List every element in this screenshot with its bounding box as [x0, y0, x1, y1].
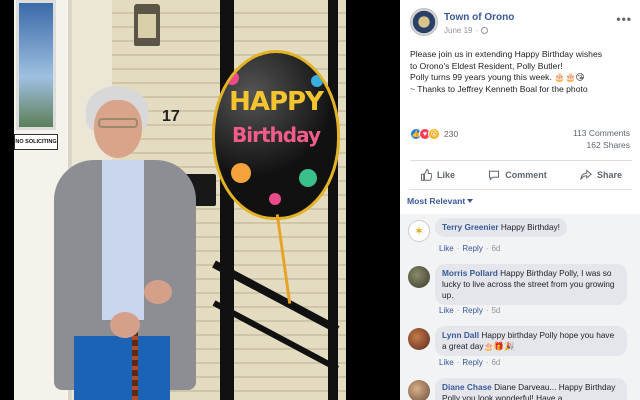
post-text-line: to Orono's Eldest Resident, Polly Butler…	[410, 60, 563, 71]
comment-sort-label: Most Relevant	[407, 196, 466, 206]
post-stats: 👍 ♥ 😮 230 113 Comments 162 Shares	[410, 128, 632, 156]
comment-bubble: Lynn Dall Happy birthday Polly hope you …	[435, 326, 627, 356]
person-blouse	[102, 160, 144, 320]
comment-bubble: Morris Pollard Happy Birthday Polly, I w…	[435, 264, 627, 305]
balloon-ribbon	[275, 214, 292, 304]
house-number: 17	[162, 108, 180, 125]
commenter-name[interactable]: Diane Chase	[442, 382, 492, 392]
post-meta: June 19 ·	[444, 26, 489, 35]
balloon-text-happy: HAPPY	[229, 87, 324, 117]
comment-actions: Like · Reply · 5d	[439, 306, 500, 315]
separator: ·	[485, 306, 489, 315]
like-button[interactable]: Like	[420, 169, 455, 181]
comment-time[interactable]: 6d	[491, 244, 500, 253]
comment-list: ✶ Terry Greenier Happy Birthday! Like · …	[400, 214, 640, 400]
comment-bubble: Terry Greenier Happy Birthday!	[435, 218, 567, 237]
photo-scene: NO SOLICITING 17 HAPPY Birthday	[14, 0, 346, 400]
commenter-avatar[interactable]: ✶	[408, 220, 430, 242]
person-pants	[74, 336, 170, 400]
chevron-down-icon	[467, 199, 474, 203]
share-icon	[580, 169, 592, 180]
comment-button[interactable]: Comment	[488, 169, 547, 181]
page-name-link[interactable]: Town of Orono	[444, 12, 514, 23]
reaction-count: 230	[444, 129, 459, 139]
shares-count-link[interactable]: 162 Shares	[587, 140, 630, 150]
post-panel: Town of Orono June 19 · ••• Please join …	[400, 0, 640, 400]
post-text: Please join us in extending Happy Birthd…	[410, 49, 634, 95]
railing-post	[328, 0, 338, 400]
no-soliciting-sign: NO SOLICITING	[14, 134, 58, 150]
comment-like-link[interactable]: Like	[439, 358, 454, 367]
comment-reply-link[interactable]: Reply	[462, 358, 482, 367]
comment-actions: Like · Reply · 6d	[439, 358, 500, 367]
comment-like-link[interactable]: Like	[439, 306, 454, 315]
person-hand	[144, 280, 172, 304]
globe-icon	[481, 27, 489, 34]
comment-reply-link[interactable]: Reply	[462, 306, 482, 315]
post-photo[interactable]: NO SOLICITING 17 HAPPY Birthday	[0, 0, 400, 400]
comment-like-link[interactable]: Like	[439, 244, 454, 253]
post-text-line: Please join us in extending Happy Birthd…	[410, 49, 603, 59]
more-options-icon[interactable]: •••	[616, 12, 632, 26]
post-actions: Like Comment Share	[410, 160, 632, 190]
commenter-avatar[interactable]	[408, 266, 430, 288]
commenter-name[interactable]: Lynn Dall	[442, 330, 479, 340]
separator: ·	[456, 306, 460, 315]
comment-reply-link[interactable]: Reply	[462, 244, 482, 253]
comment-icon	[489, 170, 500, 181]
birthday-balloon: HAPPY Birthday	[212, 50, 340, 220]
walking-cane	[132, 330, 138, 400]
comments-count-link[interactable]: 113 Comments	[573, 128, 630, 138]
separator: ·	[456, 244, 460, 253]
comment-time[interactable]: 6d	[491, 358, 500, 367]
railing-post	[220, 0, 234, 400]
separator: ·	[485, 358, 489, 367]
commenter-name[interactable]: Morris Pollard	[442, 268, 498, 278]
comment-time[interactable]: 5d	[491, 306, 500, 315]
comment-label: Comment	[505, 170, 547, 180]
person-glasses	[98, 118, 138, 128]
commenter-avatar[interactable]	[408, 328, 430, 350]
like-label: Like	[437, 170, 456, 180]
commenter-name[interactable]: Terry Greenier	[442, 222, 499, 232]
wow-reaction-icon: 😮	[428, 128, 440, 140]
reactions-summary[interactable]: 👍 ♥ 😮 230	[410, 128, 458, 140]
post-header: Town of Orono June 19 · •••	[410, 8, 632, 40]
door-window	[16, 0, 56, 130]
separator: ·	[456, 358, 460, 367]
post-text-line: Polly turns 99 years young this week. 🎂🎂…	[410, 72, 585, 82]
comment-actions: Like · Reply · 6d	[439, 244, 500, 253]
porch-lamp	[134, 4, 160, 46]
separator: ·	[485, 244, 489, 253]
share-label: Share	[596, 170, 622, 180]
comment-text: Happy Birthday!	[500, 222, 560, 232]
thumbs-up-icon	[421, 169, 432, 181]
meta-separator: ·	[475, 26, 479, 35]
commenter-avatar[interactable]	[408, 380, 430, 400]
balloon-text-birthday: Birthday	[232, 123, 321, 147]
post-date[interactable]: June 19	[444, 26, 472, 35]
person-face	[94, 100, 142, 158]
comment-bubble: Diane Chase Diane Darveau... Happy Birth…	[435, 378, 627, 400]
person-hand	[110, 312, 140, 338]
share-button[interactable]: Share	[580, 169, 622, 181]
post-text-line: ~ Thanks to Jeffrey Kenneth Boal for the…	[410, 83, 588, 94]
page-avatar[interactable]	[410, 8, 438, 36]
comment-sort-dropdown[interactable]: Most Relevant	[407, 196, 474, 206]
